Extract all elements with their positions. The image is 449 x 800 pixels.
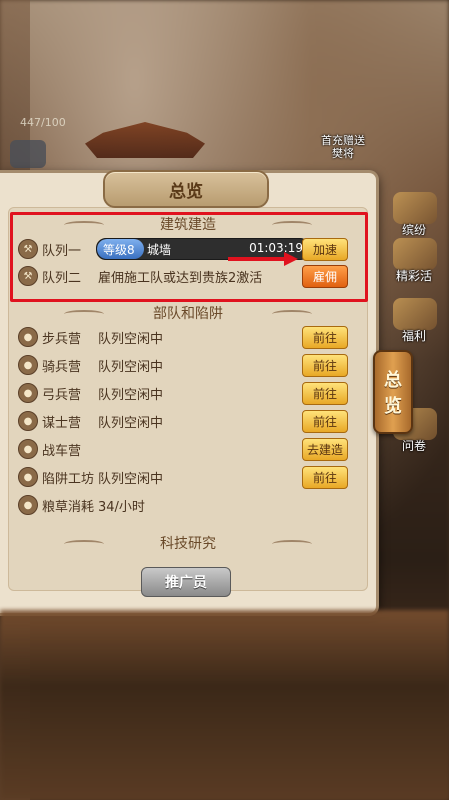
strategist-camp-icon: ● xyxy=(18,411,38,431)
go-to-button[interactable]: 前往 xyxy=(302,466,348,489)
tech-header: 科技研究 xyxy=(40,533,336,553)
side-menu-label: 问卷 xyxy=(401,439,426,453)
game-scene-bottom xyxy=(0,610,449,800)
overview-tab-char-1: 总 xyxy=(384,370,402,391)
troop-row-trap-workshop: ● 陷阱工坊 队列空闲中 前往 xyxy=(16,466,356,489)
row-status: 34/小时 xyxy=(98,500,145,515)
side-menu-label: 福利 xyxy=(401,329,426,343)
troop-row-strategist-camp: ● 谋士营 队列空闲中 前往 xyxy=(16,410,356,433)
tech-header-text: 科技研究 xyxy=(160,536,216,552)
row-status: 队列空闲中 xyxy=(98,388,164,403)
row-label: 粮草消耗 xyxy=(42,500,95,515)
row-label: 陷阱工坊 xyxy=(42,472,95,487)
side-menu-colorful[interactable]: 缤纷 xyxy=(379,190,449,238)
row-status: 队列空闲中 xyxy=(98,472,164,487)
welfare-icon xyxy=(393,298,437,330)
side-menu-welfare[interactable]: 福利 xyxy=(379,296,449,344)
troop-row-cavalry-camp: ● 骑兵营 队列空闲中 前往 xyxy=(16,354,356,377)
go-build-button[interactable]: 去建造 xyxy=(302,438,348,461)
anvil-icon[interactable] xyxy=(10,140,46,168)
decorative-swirl xyxy=(272,310,312,318)
pointer-arrow-icon xyxy=(228,252,298,266)
decorative-swirl xyxy=(64,310,104,318)
highlight-frame xyxy=(10,212,368,302)
archer-camp-icon: ● xyxy=(18,383,38,403)
go-to-button[interactable]: 前往 xyxy=(302,410,348,433)
promoter-button[interactable]: 推广员 xyxy=(141,567,231,597)
resource-counter: 447/100 xyxy=(20,116,66,129)
go-to-button[interactable]: 前往 xyxy=(302,382,348,405)
troop-row-chariot-camp: ● 战车营 去建造 xyxy=(16,438,356,461)
colorful-icon xyxy=(393,192,437,224)
food-consumption-icon: ● xyxy=(18,495,38,515)
first-recharge-promo[interactable]: 首充赠送 樊将 xyxy=(312,134,374,160)
troop-row-food-consumption: ● 粮草消耗 34/小时 xyxy=(16,494,356,516)
decorative-swirl xyxy=(64,540,104,548)
side-menu-events[interactable]: 精彩活 xyxy=(379,236,449,284)
row-label: 战车营 xyxy=(42,444,82,459)
troop-row-infantry-camp: ● 步兵营 队列空闲中 前往 xyxy=(16,326,356,349)
panel-title: 总览 xyxy=(103,170,269,208)
row-status: 队列空闲中 xyxy=(98,416,164,431)
troop-row-archer-camp: ● 弓兵营 队列空闲中 前往 xyxy=(16,382,356,405)
gift-icon xyxy=(393,238,437,270)
go-to-button[interactable]: 前往 xyxy=(302,326,348,349)
cavalry-camp-icon: ● xyxy=(18,355,38,375)
go-to-button[interactable]: 前往 xyxy=(302,354,348,377)
row-label: 步兵营 xyxy=(42,332,82,347)
trap-workshop-icon: ● xyxy=(18,467,38,487)
row-label: 弓兵营 xyxy=(42,388,82,403)
side-menu-label: 精彩活 xyxy=(395,269,432,283)
overview-side-tab[interactable]: 总 览 xyxy=(373,350,413,434)
infantry-camp-icon: ● xyxy=(18,327,38,347)
troops-header: 部队和陷阱 xyxy=(40,303,336,323)
row-label: 谋士营 xyxy=(42,416,82,431)
troops-header-text: 部队和陷阱 xyxy=(153,306,223,322)
row-status: 队列空闲中 xyxy=(98,332,164,347)
decorative-swirl xyxy=(272,540,312,548)
row-status: 队列空闲中 xyxy=(98,360,164,375)
chariot-camp-icon: ● xyxy=(18,439,38,459)
row-label: 骑兵营 xyxy=(42,360,82,375)
overview-tab-char-2: 览 xyxy=(384,396,402,417)
